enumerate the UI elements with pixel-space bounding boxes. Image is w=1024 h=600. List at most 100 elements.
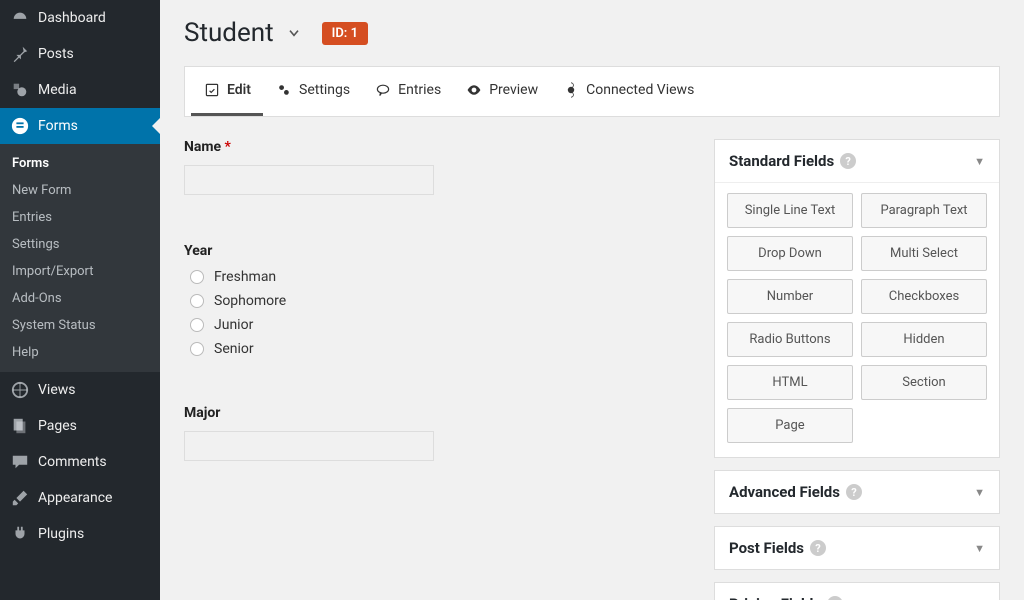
gauge-icon xyxy=(10,8,30,28)
field-btn-drop-down[interactable]: Drop Down xyxy=(727,236,853,271)
sidebar-item-dashboard[interactable]: Dashboard xyxy=(0,0,160,36)
sidebar-label: Pages xyxy=(38,418,77,434)
field-btn-radio-buttons[interactable]: Radio Buttons xyxy=(727,322,853,357)
submenu-new-form[interactable]: New Form xyxy=(0,177,160,204)
sidebar-item-appearance[interactable]: Appearance xyxy=(0,480,160,516)
field-year[interactable]: Year Freshman Sophomore Junior Senior xyxy=(184,243,694,357)
eye-icon xyxy=(465,81,483,99)
field-name[interactable]: Name * xyxy=(184,139,694,195)
sidebar-item-posts[interactable]: Posts xyxy=(0,36,160,72)
major-input[interactable] xyxy=(184,431,434,461)
submenu-forms[interactable]: Forms xyxy=(0,150,160,177)
field-btn-hidden[interactable]: Hidden xyxy=(861,322,987,357)
submenu-entries[interactable]: Entries xyxy=(0,204,160,231)
sidebar-label: Appearance xyxy=(38,490,112,506)
standard-fields-body: Single Line Text Paragraph Text Drop Dow… xyxy=(715,182,999,457)
submenu-import-export[interactable]: Import/Export xyxy=(0,258,160,285)
tabs-bar: Edit Settings Entries Preview Connected … xyxy=(184,66,1000,117)
help-icon[interactable]: ? xyxy=(827,596,843,600)
submenu-settings[interactable]: Settings xyxy=(0,231,160,258)
panel-title: Advanced Fields xyxy=(729,483,840,501)
field-btn-section[interactable]: Section xyxy=(861,365,987,400)
year-option-freshman[interactable]: Freshman xyxy=(190,269,694,285)
page-header: Student ID: 1 xyxy=(184,18,1000,48)
field-major[interactable]: Major xyxy=(184,405,694,461)
panel-header-post[interactable]: Post Fields? ▼ xyxy=(715,527,999,569)
form-switcher-caret[interactable] xyxy=(286,25,302,41)
tab-settings[interactable]: Settings xyxy=(263,67,362,116)
tab-entries[interactable]: Entries xyxy=(362,67,453,116)
panel-title: Post Fields xyxy=(729,539,804,557)
required-asterisk: * xyxy=(225,139,231,155)
sidebar-label: Plugins xyxy=(38,526,84,542)
submenu-add-ons[interactable]: Add-Ons xyxy=(0,285,160,312)
form-editor: Name * Year Freshman Sophomore Junior Se… xyxy=(184,139,694,600)
tab-label: Edit xyxy=(227,82,251,98)
sidebar-item-comments[interactable]: Comments xyxy=(0,444,160,480)
radio-icon xyxy=(190,318,204,332)
tab-connected-views[interactable]: Connected Views xyxy=(550,67,706,116)
sidebar-item-forms[interactable]: Forms xyxy=(0,108,160,144)
radio-icon xyxy=(190,342,204,356)
sidebar-item-pages[interactable]: Pages xyxy=(0,408,160,444)
panel-header-advanced[interactable]: Advanced Fields? ▼ xyxy=(715,471,999,513)
sidebar-label: Posts xyxy=(38,46,74,62)
main-content: Student ID: 1 Edit Settings Entries Prev… xyxy=(160,0,1024,600)
radio-icon xyxy=(190,270,204,284)
sidebar-item-plugins[interactable]: Plugins xyxy=(0,516,160,552)
submenu-help[interactable]: Help xyxy=(0,339,160,366)
panel-header-pricing[interactable]: Pricing Fields? ▼ xyxy=(715,583,999,600)
plug-icon xyxy=(10,524,30,544)
media-icon xyxy=(10,80,30,100)
chevron-down-icon: ▼ xyxy=(974,155,985,168)
radio-icon xyxy=(190,294,204,308)
sidebar-label: Comments xyxy=(38,454,107,470)
edit-icon xyxy=(203,81,221,99)
panel-header-standard[interactable]: Standard Fields? ▼ xyxy=(715,140,999,182)
bubble-icon xyxy=(374,81,392,99)
views-icon xyxy=(10,380,30,400)
forms-submenu: Forms New Form Entries Settings Import/E… xyxy=(0,144,160,372)
sidebar-item-media[interactable]: Media xyxy=(0,72,160,108)
page-title: Student xyxy=(184,18,274,48)
tab-preview[interactable]: Preview xyxy=(453,67,550,116)
chevron-down-icon: ▼ xyxy=(974,542,985,555)
tab-label: Settings xyxy=(299,82,350,98)
sidebar-label: Forms xyxy=(38,118,78,134)
id-badge: ID: 1 xyxy=(322,22,368,45)
forms-icon xyxy=(10,116,30,136)
field-btn-checkboxes[interactable]: Checkboxes xyxy=(861,279,987,314)
field-palette: Standard Fields? ▼ Single Line Text Para… xyxy=(714,139,1000,600)
field-btn-multi-select[interactable]: Multi Select xyxy=(861,236,987,271)
year-option-senior[interactable]: Senior xyxy=(190,341,694,357)
field-btn-page[interactable]: Page xyxy=(727,408,853,443)
name-label: Name * xyxy=(184,139,694,155)
brush-icon xyxy=(10,488,30,508)
field-btn-number[interactable]: Number xyxy=(727,279,853,314)
submenu-system-status[interactable]: System Status xyxy=(0,312,160,339)
panel-title: Standard Fields xyxy=(729,152,834,170)
year-option-sophomore[interactable]: Sophomore xyxy=(190,293,694,309)
major-label: Major xyxy=(184,405,694,421)
gears-icon xyxy=(275,81,293,99)
panel-title: Pricing Fields xyxy=(729,595,821,600)
name-input[interactable] xyxy=(184,165,434,195)
tab-label: Connected Views xyxy=(586,82,694,98)
pages-icon xyxy=(10,416,30,436)
panel-advanced-fields: Advanced Fields? ▼ xyxy=(714,470,1000,514)
tab-edit[interactable]: Edit xyxy=(191,67,263,116)
tab-label: Entries xyxy=(398,82,441,98)
field-btn-single-line-text[interactable]: Single Line Text xyxy=(727,193,853,228)
sidebar-label: Views xyxy=(38,382,76,398)
panel-post-fields: Post Fields? ▼ xyxy=(714,526,1000,570)
help-icon[interactable]: ? xyxy=(810,540,826,556)
help-icon[interactable]: ? xyxy=(840,153,856,169)
sidebar-label: Dashboard xyxy=(38,10,106,26)
help-icon[interactable]: ? xyxy=(846,484,862,500)
field-btn-paragraph-text[interactable]: Paragraph Text xyxy=(861,193,987,228)
field-btn-html[interactable]: HTML xyxy=(727,365,853,400)
sidebar-item-views[interactable]: Views xyxy=(0,372,160,408)
year-option-junior[interactable]: Junior xyxy=(190,317,694,333)
sidebar-label: Media xyxy=(38,82,77,98)
chevron-down-icon: ▼ xyxy=(974,486,985,499)
